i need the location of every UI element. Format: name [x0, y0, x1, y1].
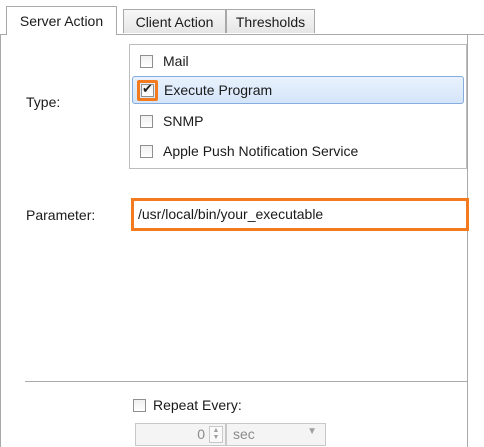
repeat-every-checkbox[interactable] — [133, 399, 146, 412]
stepper-up-icon[interactable]: ▲ — [210, 427, 222, 434]
type-option-label: Mail — [163, 53, 189, 69]
repeat-every-label: Repeat Every: — [153, 397, 242, 413]
type-label: Type: — [26, 94, 61, 110]
stepper-down-icon[interactable]: ▼ — [210, 434, 222, 441]
repeat-unit-value: sec — [233, 426, 255, 442]
parameter-label: Parameter: — [26, 207, 96, 223]
chevron-down-icon: ▼ — [307, 426, 317, 437]
panel-border-right — [467, 34, 468, 447]
type-option-apple-push[interactable]: Apple Push Notification Service — [132, 137, 464, 165]
repeat-interval-stepper[interactable]: 0 ▲ ▼ — [135, 423, 226, 446]
stepper-buttons[interactable]: ▲ ▼ — [209, 426, 223, 443]
tab-thresholds[interactable]: Thresholds — [226, 9, 315, 33]
snmp-checkbox[interactable] — [140, 114, 153, 128]
tab-client-action[interactable]: Client Action — [123, 9, 226, 33]
type-option-label: Execute Program — [164, 82, 273, 98]
section-divider — [25, 381, 467, 382]
type-option-snmp[interactable]: SNMP — [132, 107, 464, 135]
repeat-interval-value: 0 — [197, 426, 205, 442]
apple-push-checkbox[interactable] — [140, 144, 153, 158]
parameter-input[interactable]: /usr/local/bin/your_executable — [131, 198, 469, 231]
type-option-label: SNMP — [163, 113, 204, 129]
tab-server-action[interactable]: Server Action — [6, 6, 117, 35]
mail-checkbox[interactable] — [140, 54, 153, 68]
type-list: Mail Execute Program SNMP Apple Push Not… — [129, 44, 467, 169]
type-option-label: Apple Push Notification Service — [163, 143, 359, 159]
type-option-mail[interactable]: Mail — [132, 47, 464, 75]
type-option-execute-program[interactable]: Execute Program — [132, 76, 464, 104]
panel-border-left — [0, 34, 1, 447]
checkbox-highlight-box — [137, 80, 158, 101]
repeat-unit-select[interactable]: sec ▼ — [226, 423, 326, 446]
